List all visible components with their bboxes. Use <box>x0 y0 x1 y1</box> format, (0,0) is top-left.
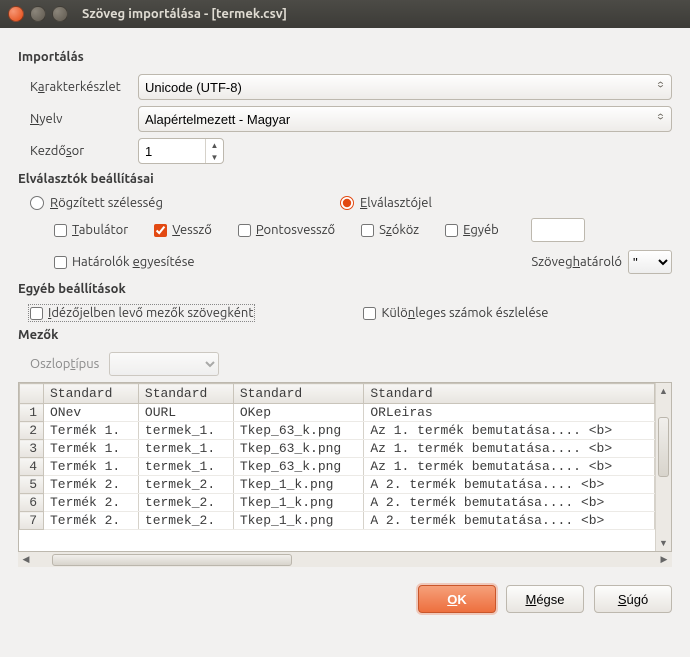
check-detect-special[interactable]: Különleges számok észlelése <box>363 306 548 320</box>
cell[interactable]: Tkep_63_k.png <box>233 458 364 476</box>
row-number: 2 <box>20 422 44 440</box>
cell[interactable]: Termék 1. <box>44 440 139 458</box>
table-row[interactable]: 7Termék 2.termek_2.Tkep_1_k.pngA 2. term… <box>20 512 655 530</box>
cell[interactable]: A 2. termék bemutatása.... <b> <box>364 494 655 512</box>
table-row[interactable]: 6Termék 2.termek_2.Tkep_1_k.pngA 2. term… <box>20 494 655 512</box>
radio-fixed-width[interactable]: Rögzített szélesség <box>30 196 340 210</box>
cell[interactable]: Tkep_63_k.png <box>233 422 364 440</box>
section-fields: Mezők <box>18 328 672 342</box>
cell[interactable]: A 2. termék bemutatása.... <b> <box>364 512 655 530</box>
row-number: 1 <box>20 404 44 422</box>
row-number: 4 <box>20 458 44 476</box>
section-other: Egyéb beállítások <box>18 282 672 296</box>
cell[interactable]: ONev <box>44 404 139 422</box>
spin-arrows[interactable]: ▲▼ <box>205 139 223 163</box>
check-tab[interactable]: Tabulátor <box>54 223 128 237</box>
label-column-type: Oszloptípus <box>30 357 99 371</box>
language-select[interactable]: Alapértelmezett - Magyar <box>138 106 672 132</box>
cell[interactable]: Az 1. termék bemutatása.... <b> <box>364 422 655 440</box>
check-quoted-as-text[interactable]: Idézőjelben levő mezők szövegként <box>30 306 253 320</box>
cell[interactable]: termek_2. <box>138 512 233 530</box>
cell[interactable]: ORLeiras <box>364 404 655 422</box>
cell[interactable]: Termék 1. <box>44 458 139 476</box>
help-button[interactable]: Súgó <box>594 585 672 613</box>
table-row[interactable]: 3Termék 1.termek_1.Tkep_63_k.pngAz 1. te… <box>20 440 655 458</box>
maximize-icon[interactable] <box>52 6 68 22</box>
column-header[interactable]: Standard <box>364 384 655 404</box>
label-charset: Karakterkészlet <box>18 80 138 94</box>
row-charset: Karakterkészlet Unicode (UTF-8) <box>18 74 672 100</box>
cell[interactable]: termek_1. <box>138 458 233 476</box>
cell[interactable]: Az 1. termék bemutatása.... <b> <box>364 440 655 458</box>
cell[interactable]: Termék 2. <box>44 494 139 512</box>
cell[interactable]: termek_1. <box>138 440 233 458</box>
table-row[interactable]: 1ONevOURLOKepORLeiras <box>20 404 655 422</box>
cell[interactable]: Termék 1. <box>44 422 139 440</box>
table-row[interactable]: 5Termék 2.termek_2.Tkep_1_k.pngA 2. term… <box>20 476 655 494</box>
preview-grid[interactable]: StandardStandardStandardStandard 1ONevOU… <box>18 382 672 552</box>
row-number: 6 <box>20 494 44 512</box>
check-semicolon[interactable]: Pontosvessző <box>238 223 335 237</box>
charset-select[interactable]: Unicode (UTF-8) <box>138 74 672 100</box>
rownum-header <box>20 384 44 404</box>
row-number: 7 <box>20 512 44 530</box>
cell[interactable]: OURL <box>138 404 233 422</box>
cell[interactable]: Tkep_1_k.png <box>233 476 364 494</box>
label-language: Nyelv <box>18 112 138 126</box>
ok-button[interactable]: OK <box>418 585 496 613</box>
row-number: 3 <box>20 440 44 458</box>
cell[interactable]: termek_2. <box>138 476 233 494</box>
column-header[interactable]: Standard <box>233 384 364 404</box>
radio-delimiter[interactable]: Elválasztójel <box>340 196 432 210</box>
cell[interactable]: termek_1. <box>138 422 233 440</box>
column-header[interactable]: Standard <box>138 384 233 404</box>
cell[interactable]: Termék 2. <box>44 476 139 494</box>
check-merge-delimiters[interactable]: Határolók egyesítése <box>54 255 195 269</box>
table-row[interactable]: 4Termék 1.termek_1.Tkep_63_k.pngAz 1. te… <box>20 458 655 476</box>
column-header[interactable]: Standard <box>44 384 139 404</box>
minimize-icon[interactable] <box>30 6 46 22</box>
cell[interactable]: A 2. termék bemutatása.... <b> <box>364 476 655 494</box>
close-icon[interactable] <box>8 6 24 22</box>
dialog-content: Importálás Karakterkészlet Unicode (UTF-… <box>0 28 690 623</box>
section-import: Importálás <box>18 50 672 64</box>
label-text-delimiter: Szöveghatároló <box>531 255 622 269</box>
text-delimiter-select[interactable]: " <box>628 250 672 274</box>
row-language: Nyelv Alapértelmezett - Magyar <box>18 106 672 132</box>
check-other[interactable]: Egyéb <box>445 223 499 237</box>
row-number: 5 <box>20 476 44 494</box>
titlebar: Szöveg importálása - [termek.csv] <box>0 0 690 28</box>
horizontal-scrollbar[interactable]: ◀ ▶ <box>18 551 672 567</box>
section-separators: Elválasztók beállításai <box>18 172 672 186</box>
other-delimiter-input[interactable] <box>531 218 585 242</box>
row-startrow: Kezdősor ▲▼ <box>18 138 672 164</box>
table-row[interactable]: 2Termék 1.termek_1.Tkep_63_k.pngAz 1. te… <box>20 422 655 440</box>
cell[interactable]: Termék 2. <box>44 512 139 530</box>
window-title: Szöveg importálása - [termek.csv] <box>82 7 287 21</box>
cancel-button[interactable]: Mégse <box>506 585 584 613</box>
check-comma[interactable]: Vessző <box>154 223 212 237</box>
vertical-scrollbar[interactable]: ▲ ▼ <box>655 383 671 551</box>
label-startrow: Kezdősor <box>18 144 138 158</box>
cell[interactable]: Tkep_63_k.png <box>233 440 364 458</box>
cell[interactable]: Tkep_1_k.png <box>233 494 364 512</box>
cell[interactable]: OKep <box>233 404 364 422</box>
check-space[interactable]: Szóköz <box>361 223 419 237</box>
cell[interactable]: termek_2. <box>138 494 233 512</box>
cell[interactable]: Tkep_1_k.png <box>233 512 364 530</box>
cell[interactable]: Az 1. termék bemutatása.... <b> <box>364 458 655 476</box>
column-type-select[interactable] <box>109 352 219 376</box>
